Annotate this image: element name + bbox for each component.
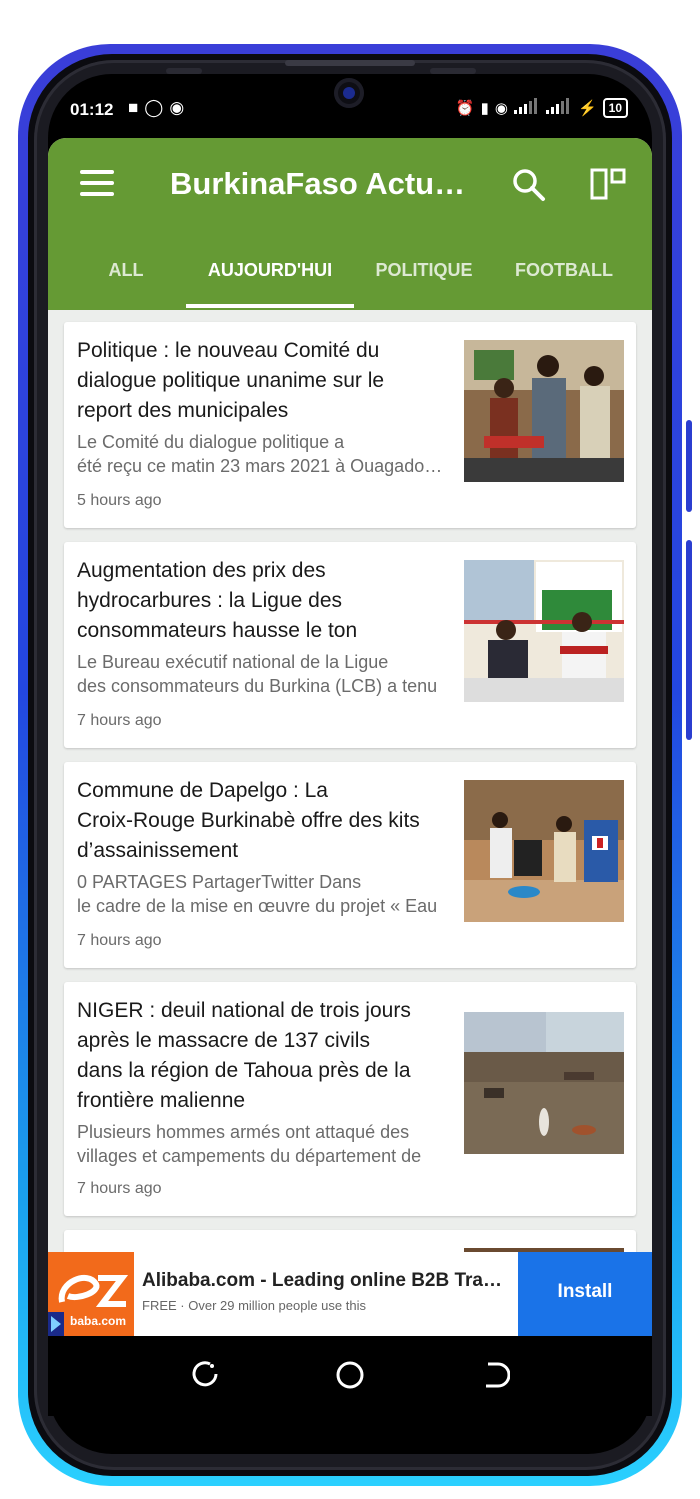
article-summary: Le Comité du dialogue politique a été re…	[77, 432, 449, 476]
ad-title[interactable]: Alibaba.com - Leading online B2B Trade M…	[142, 1270, 512, 1292]
article-summary: 0 PARTAGES PartagerTwitter Dans le cadre…	[77, 872, 438, 916]
article-card[interactable]: Augmentation des prix des hydrocarbures …	[64, 542, 636, 748]
sensor-right	[430, 68, 476, 74]
earpiece-speaker	[285, 60, 415, 66]
category-tabs: ALL AUJOURD'HUI POLITIQUE FOOTBALL	[48, 242, 652, 310]
article-time: 7 hours ago	[77, 712, 162, 729]
back-icon[interactable]	[480, 1360, 511, 1390]
sensor-left	[166, 68, 202, 74]
app-bar: BurkinaFaso Actualités ALL AUJOURD'HUI P…	[48, 138, 652, 310]
ad-banner[interactable]: baba.com Alibaba.com - Leading online B2…	[48, 1252, 652, 1336]
status-left-icons: ■◯◉	[128, 98, 190, 118]
status-time: 01:12	[70, 100, 114, 119]
signal-icon	[513, 98, 540, 118]
article-summary: Le Bureau exécutif national de la Ligue …	[77, 652, 438, 696]
search-icon[interactable]	[512, 168, 546, 202]
volume-key	[686, 420, 692, 512]
hotspot-icon: ◉	[169, 98, 191, 117]
article-time: 5 hours ago	[77, 492, 162, 509]
install-label: Install	[557, 1281, 613, 1302]
sim-icon: ■	[128, 98, 145, 117]
layout-toggle-icon[interactable]	[590, 166, 626, 202]
app-title: BurkinaFaso Actualités	[170, 166, 480, 201]
article-title: Politique : le nouveau Comité du dialogu…	[77, 339, 385, 422]
menu-icon[interactable]	[80, 170, 114, 196]
tab-aujourdhui[interactable]: AUJOURD'HUI	[186, 260, 354, 281]
system-nav-bar	[48, 1336, 652, 1416]
battery-level: 10	[602, 98, 628, 118]
article-thumbnail	[464, 340, 624, 482]
tab-politique[interactable]: POLITIQUE	[366, 260, 482, 281]
install-button[interactable]: Install	[518, 1252, 652, 1336]
ad-subtitle: FREE · Over 29 million people use this	[142, 1298, 366, 1313]
article-thumbnail	[464, 780, 624, 922]
article-card[interactable]: Politique : le nouveau Comité du dialogu…	[64, 322, 636, 528]
article-time: 7 hours ago	[77, 932, 162, 949]
article-card[interactable]: NIGER : deuil national de trois jours ap…	[64, 982, 636, 1216]
tab-football[interactable]: FOOTBALL	[504, 260, 624, 281]
home-icon[interactable]	[335, 1360, 365, 1390]
shield-icon: ◯	[144, 98, 170, 117]
article-thumbnail	[464, 560, 624, 702]
signal-icon	[545, 98, 572, 118]
article-thumbnail	[464, 1012, 624, 1154]
hotspot-icon: ◉	[494, 100, 508, 117]
charging-icon: ⚡	[577, 100, 597, 117]
article-summary: Plusieurs hommes armés ont attaqué des v…	[77, 1122, 422, 1166]
article-title: Augmentation des prix des hydrocarbures …	[77, 559, 358, 642]
tab-all[interactable]: ALL	[76, 260, 176, 281]
article-time: 7 hours ago	[77, 1180, 162, 1197]
alibaba-logo: baba.com	[48, 1252, 134, 1336]
recent-apps-icon[interactable]	[190, 1360, 220, 1390]
active-tab-indicator	[186, 304, 354, 308]
status-bar: 01:12 ■◯◉ ⏰ ▮ ◉ ⚡ 10	[48, 92, 652, 132]
article-title: NIGER : deuil national de trois jours ap…	[77, 999, 411, 1112]
ad-logo-text: baba.com	[70, 1314, 127, 1328]
alarm-icon: ⏰	[455, 100, 475, 117]
status-right-icons: ⏰ ▮ ◉ ⚡ 10	[456, 98, 628, 118]
article-card[interactable]: Commune de Dapelgo : La Croix-Rouge Burk…	[64, 762, 636, 968]
power-key	[686, 540, 692, 740]
vibrate-icon: ▮	[480, 100, 489, 117]
news-app: BurkinaFaso Actualités ALL AUJOURD'HUI P…	[48, 138, 652, 1336]
article-title: Commune de Dapelgo : La Croix-Rouge Burk…	[77, 779, 420, 862]
